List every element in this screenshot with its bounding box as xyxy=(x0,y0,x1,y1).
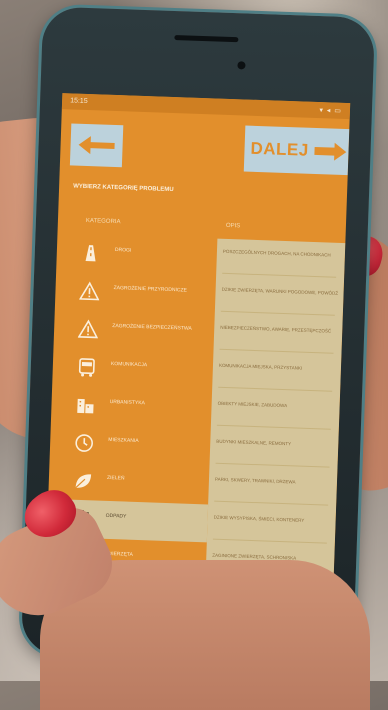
category-label: ZAGROŻENIE PRZYRODNICZE xyxy=(113,285,188,294)
column-header-category: KATEGORIA xyxy=(85,218,121,226)
status-time: 15:15 xyxy=(70,97,88,106)
category-item[interactable]: URBANISTYKA xyxy=(51,385,212,429)
leaf-icon xyxy=(73,471,94,492)
category-item[interactable]: ZIELEŃ xyxy=(48,461,209,505)
category-label: ZIELEŃ xyxy=(106,474,125,482)
phone-speaker xyxy=(174,34,239,43)
category-item[interactable]: MIESZKANIA xyxy=(50,423,211,467)
category-label: ZWIERZĘTA xyxy=(104,550,133,558)
bus-icon xyxy=(77,357,98,378)
category-item[interactable]: ZAGROŻENIE BEZPIECZEŃSTWA xyxy=(54,309,215,353)
warning-icon xyxy=(79,281,100,302)
status-icons: ▾ ◂ ▭ xyxy=(319,107,343,115)
section-title: WYBIERZ KATEGORIĘ PROBLEMU xyxy=(73,183,174,194)
category-label: URBANISTYKA xyxy=(109,398,146,407)
back-button[interactable] xyxy=(69,123,124,168)
arrow-left-icon xyxy=(78,136,115,155)
road-icon xyxy=(80,243,101,264)
next-button-label: DALEJ xyxy=(250,138,310,160)
category-label: DROGI xyxy=(114,247,132,254)
category-label: MIESZKANIA xyxy=(108,436,139,444)
column-header-description: OPIS xyxy=(225,222,241,230)
category-item[interactable]: KOMUNIKACJA xyxy=(52,347,213,391)
category-label: ZAGROŻENIE BEZPIECZEŃSTWA xyxy=(112,323,192,332)
arrow-right-icon xyxy=(314,142,347,161)
clock-icon xyxy=(74,433,95,454)
category-label: KOMUNIKACJA xyxy=(110,360,148,369)
warning-icon xyxy=(77,319,99,340)
category-label: ODPADY xyxy=(105,512,127,520)
category-item[interactable]: ZAGROŻENIE PRZYRODNICZE xyxy=(55,271,216,315)
front-camera xyxy=(237,61,246,70)
category-item[interactable]: DROGI xyxy=(56,233,217,277)
status-bar: 15:15 ▾ ◂ ▭ xyxy=(61,93,351,120)
next-button[interactable]: DALEJ xyxy=(243,125,350,176)
buildings-icon xyxy=(75,395,96,416)
